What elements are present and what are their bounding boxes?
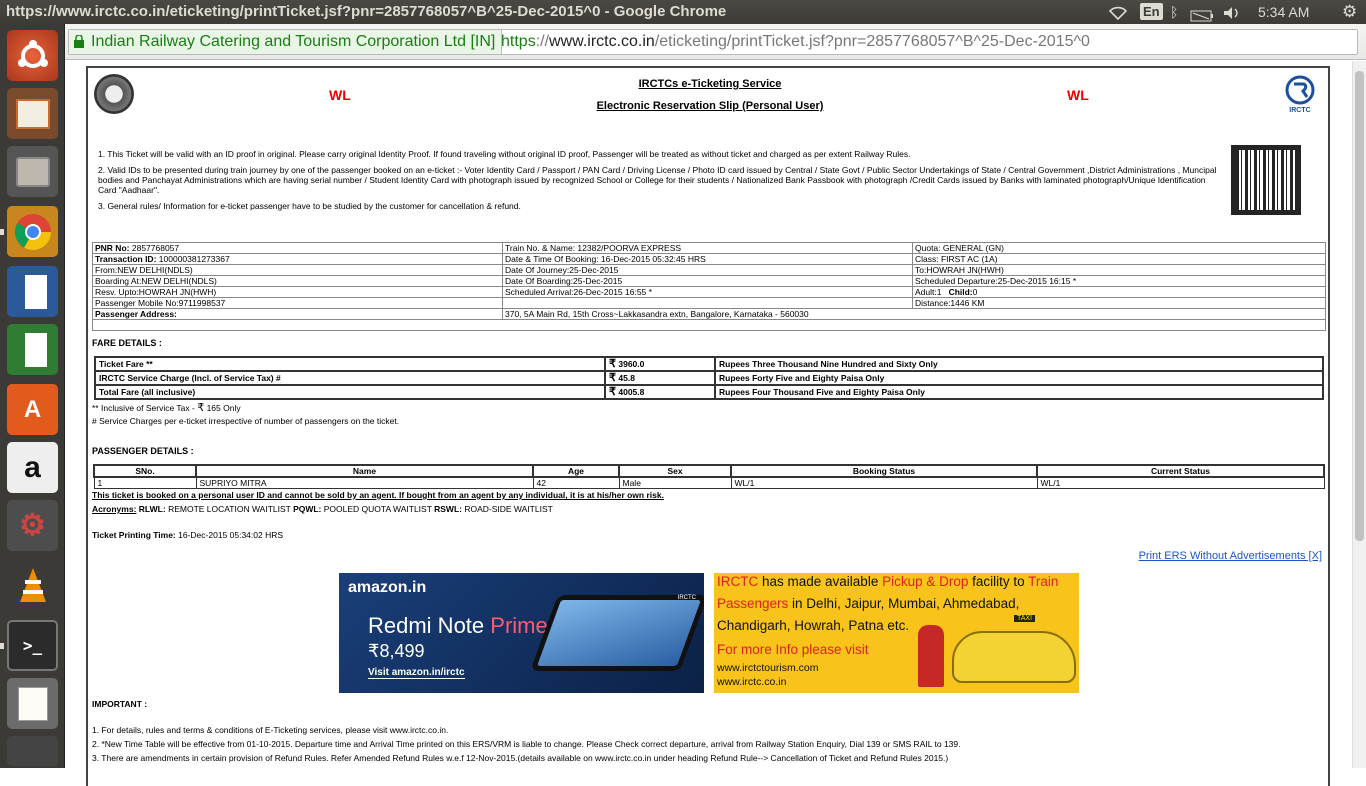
service-charge-note: # Service Charges per e-ticket irrespect… bbox=[92, 416, 400, 426]
ubuntu-dash-icon[interactable] bbox=[7, 30, 58, 81]
lock-icon bbox=[74, 35, 84, 48]
acronyms-line: Acronyms: RLWL: REMOTE LOCATION WAITLIST… bbox=[92, 504, 553, 514]
ev-certificate-badge[interactable]: Indian Railway Catering and Tourism Corp… bbox=[69, 30, 503, 54]
print-without-ads-link[interactable]: Print ERS Without Advertisements [X] bbox=[1139, 550, 1322, 562]
pnr-number: 2857768057 bbox=[131, 243, 180, 253]
important-heading: IMPORTANT : bbox=[92, 699, 148, 709]
page-viewport: WL WL IRCTCs e-Ticketing Service Electro… bbox=[65, 61, 1366, 786]
rule-item: 3. General rules/ Information for e-tick… bbox=[98, 201, 521, 211]
ad2-taxi-image bbox=[952, 631, 1076, 683]
ad-irctc-tag: IRCTC bbox=[677, 595, 696, 601]
passenger-row: 1 SUPRIYO MITRA 42 Male WL/1 WL/1 bbox=[93, 476, 1325, 489]
text-editor-icon[interactable] bbox=[7, 678, 58, 729]
calc-spreadsheet-icon[interactable] bbox=[7, 324, 58, 375]
ad-product: Redmi Note Prime bbox=[368, 613, 548, 638]
clock[interactable]: 5:34 AM bbox=[1258, 0, 1309, 24]
software-center-icon[interactable]: A bbox=[7, 384, 58, 435]
ad2-chauffeur-image bbox=[918, 625, 944, 687]
system-settings-icon[interactable]: ⚙ bbox=[7, 500, 58, 551]
bluetooth-icon[interactable]: ᛒ bbox=[1170, 0, 1178, 24]
ad2-line4: For more Info please visit bbox=[717, 642, 869, 657]
important-item: 2. *New Time Table will be effective fro… bbox=[92, 739, 961, 749]
fare-details-table: Ticket Fare ** ₹ 3960.0 Rupees Three Thous… bbox=[94, 356, 1324, 400]
ad-price: ₹8,499 bbox=[368, 641, 425, 661]
fare-row: Total Fare (all inclusive) ₹ 4005.8 Rupees… bbox=[94, 384, 1324, 400]
page-scrollbar[interactable] bbox=[1352, 61, 1366, 768]
writer-document-icon[interactable] bbox=[7, 266, 58, 317]
agent-warning: This ticket is booked on a personal user… bbox=[92, 490, 664, 500]
e-ticket: WL WL IRCTCs e-Ticketing Service Electro… bbox=[86, 66, 1330, 786]
passenger-table: SNo. Name Age Sex Booking Status Current Stat… bbox=[93, 464, 1325, 489]
ad2-line2: Passengers in Delhi, Jaipur, Mumbai, Ahm… bbox=[717, 596, 1020, 611]
important-item: 3. There are amendments in certain provi… bbox=[92, 753, 949, 763]
passenger-details-heading: PASSENGER DETAILS : bbox=[92, 446, 194, 456]
settings-gear-icon[interactable]: ⚙ bbox=[1342, 0, 1357, 24]
slip-title: Electronic Reservation Slip (Personal Us… bbox=[596, 100, 824, 112]
keyboard-language-indicator[interactable]: En bbox=[1140, 3, 1163, 20]
rule-item: 2. Valid IDs to be presented during trai… bbox=[98, 165, 1217, 195]
ev-org-name: Indian Railway Catering and Tourism Corp… bbox=[91, 33, 496, 50]
service-tax-note: ** Inclusive of Service Tax - ₹ 165 Only bbox=[92, 402, 241, 414]
unity-launcher: A a ⚙ >_ bbox=[0, 24, 65, 768]
fare-details-heading: FARE DETAILS : bbox=[92, 338, 162, 348]
file-manager-icon[interactable] bbox=[7, 146, 58, 197]
fare-row: Ticket Fare ** ₹ 3960.0 Rupees Three Thous… bbox=[94, 356, 1324, 372]
vlc-icon[interactable] bbox=[7, 560, 58, 611]
system-tray: En ᛒ 5:34 AM ⚙ bbox=[1106, 0, 1366, 24]
ad2-taxi-sign: TAXI bbox=[1014, 615, 1036, 622]
printing-time: Ticket Printing Time: 16-Dec-2015 05:34:… bbox=[92, 530, 284, 540]
amazon-icon[interactable]: a bbox=[7, 442, 58, 493]
service-title: IRCTCs e-Ticketing Service bbox=[638, 78, 782, 90]
ad-phone-image bbox=[530, 595, 704, 671]
rule-item: 1. This Ticket will be valid with an ID … bbox=[98, 149, 911, 159]
impress-presentation-icon[interactable] bbox=[7, 88, 58, 139]
ad-brand: amazon.in bbox=[348, 579, 427, 596]
irctc-logo-label: IRCTC bbox=[1289, 107, 1311, 114]
terminal-icon[interactable]: >_ bbox=[7, 620, 58, 671]
amazon-redmi-ad[interactable]: amazon.in Redmi Note Prime ₹8,499 Visit … bbox=[339, 573, 704, 693]
scrollbar-thumb[interactable] bbox=[1355, 71, 1364, 541]
fare-row: IRCTC Service Charge (Incl. of Service T… bbox=[94, 370, 1324, 386]
ad2-line3: Chandigarh, Howrah, Patna etc. bbox=[717, 618, 910, 633]
qr-code bbox=[1231, 145, 1301, 215]
browser-toolbar: Indian Railway Catering and Tourism Corp… bbox=[65, 24, 1366, 60]
irctc-logo: IRCTC bbox=[1280, 75, 1320, 119]
ad-cta: Visit amazon.in/irctc bbox=[368, 667, 465, 679]
journey-details-table: PNR No: 2857768057 Train No. & Name: 1238… bbox=[92, 242, 1326, 331]
url-text[interactable]: https://www.irctc.co.in/eticketing/print… bbox=[501, 30, 1090, 54]
important-item: 1. For details, rules and terms & condit… bbox=[92, 725, 449, 735]
window-title-bar: https://www.irctc.co.in/eticketing/print… bbox=[0, 0, 1366, 24]
ad2-line1: IRCTC has made available Pickup & Drop f… bbox=[717, 574, 1059, 589]
window-title: https://www.irctc.co.in/eticketing/print… bbox=[6, 3, 727, 20]
omnibox[interactable]: Indian Railway Catering and Tourism Corp… bbox=[68, 29, 1358, 55]
irctc-pickup-drop-ad[interactable]: IRCTC has made available Pickup & Drop f… bbox=[714, 573, 1079, 693]
chrome-browser-icon[interactable] bbox=[7, 206, 58, 257]
irctc-logo-icon bbox=[1285, 75, 1315, 105]
ad2-url1: www.irctctourism.com bbox=[717, 662, 819, 674]
ad2-url2: www.irctc.co.in bbox=[717, 676, 787, 688]
trash-icon[interactable] bbox=[7, 736, 58, 766]
